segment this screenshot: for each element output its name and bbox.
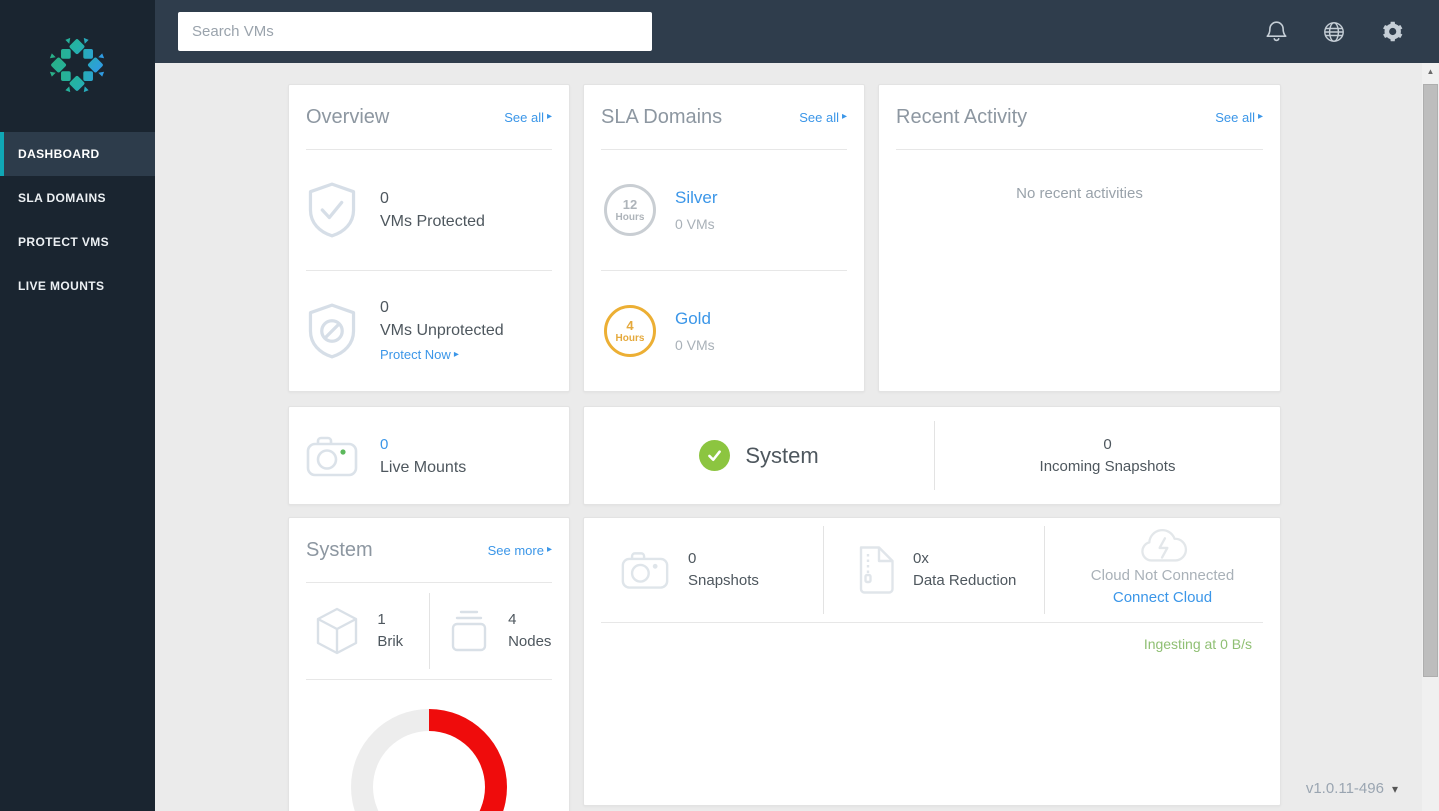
live-mounts-card: 0 Live Mounts: [288, 406, 570, 505]
sla-badge: 4 Hours: [604, 305, 656, 357]
shield-slash-icon: [308, 303, 356, 359]
divider: [601, 622, 1263, 623]
vms-unprotected-value: 0: [380, 299, 389, 316]
data-reduction-label: Data Reduction: [913, 572, 1017, 589]
live-mounts-label: Live Mounts: [380, 458, 467, 476]
sidebar-nav: DASHBOARD SLA DOMAINS PROTECT VMS LIVE M…: [0, 132, 155, 308]
sla-row-silver: 12 Hours Silver 0 VMs: [584, 150, 864, 270]
sla-see-all-link[interactable]: See all ▸: [799, 110, 847, 125]
scrollbar-thumb[interactable]: [1423, 84, 1438, 677]
brik-value: 1: [377, 611, 386, 628]
system-ok-check-icon: [699, 440, 731, 471]
overview-card-title: Overview: [306, 105, 390, 128]
system-card-title: System: [306, 538, 373, 561]
zip-file-icon: [859, 546, 894, 594]
cloud-lightning-icon: [1140, 529, 1187, 562]
shield-check-icon: [308, 182, 356, 238]
nodes-stat: 4 Nodes: [430, 583, 570, 679]
brik-label: Brik: [377, 633, 404, 650]
nodes-label: Nodes: [508, 633, 552, 650]
notifications-bell-icon[interactable]: [1265, 21, 1287, 43]
capacity-donut: [351, 709, 507, 811]
nodes-value: 4: [508, 611, 517, 628]
sidebar-item-sla-domains[interactable]: SLA DOMAINS: [0, 176, 155, 220]
protect-now-link[interactable]: Protect Now ▸: [380, 343, 459, 366]
vms-protected-row: 0 VMs Protected: [289, 150, 569, 270]
cloud-status-label: Cloud Not Connected: [1090, 567, 1235, 584]
sla-domains-card: SLA Domains See all ▸ 12 Hours Silver 0 V…: [583, 84, 865, 392]
caret-down-icon[interactable]: ▾: [1392, 782, 1398, 796]
sla-row-gold: 4 Hours Gold 0 VMs: [584, 271, 864, 391]
snapshots-label: Snapshots: [688, 572, 759, 589]
sidebar-item-live-mounts[interactable]: LIVE MOUNTS: [0, 264, 155, 308]
camera-icon: [306, 436, 358, 476]
camera-icon: [621, 552, 669, 589]
storage-card: 0 Snapshots 0x Data Reduction Cloud Not …: [583, 517, 1281, 806]
vms-protected-value: 0: [380, 190, 389, 207]
nodes-stack-icon: [451, 610, 487, 652]
version-selector: v1.0.11-496 ▾: [1306, 780, 1398, 797]
system-card: System See more ▸ 1 Brik 4 Nodes: [288, 517, 570, 811]
sla-card-title: SLA Domains: [601, 105, 723, 128]
sla-silver-vm-count: 0 VMs: [675, 216, 715, 232]
divider: [896, 149, 1263, 150]
data-reduction-stat: 0x Data Reduction: [824, 518, 1044, 622]
divider: [306, 679, 552, 680]
brik-stat: 1 Brik: [289, 583, 429, 679]
sidebar-item-dashboard[interactable]: DASHBOARD: [0, 132, 155, 176]
vms-unprotected-row: 0 VMs Unprotected Protect Now ▸: [289, 271, 569, 391]
dashboard-content: Overview See all ▸ 0 VMs Protected 0 VMs…: [155, 63, 1422, 811]
globe-icon[interactable]: [1323, 21, 1345, 43]
sla-badge: 12 Hours: [604, 184, 656, 236]
scrollbar[interactable]: ▲: [1422, 63, 1439, 811]
connect-cloud-link[interactable]: Connect Cloud: [1113, 589, 1212, 606]
right-arrow-icon: ▸: [453, 348, 459, 360]
brik-cube-icon: [317, 607, 358, 655]
overview-card: Overview See all ▸ 0 VMs Protected 0 VMs…: [288, 84, 570, 392]
cloud-section: Cloud Not Connected Connect Cloud: [1045, 518, 1280, 622]
settings-gear-icon[interactable]: [1381, 21, 1403, 43]
ingest-status: Ingesting at 0 B/s: [1143, 636, 1252, 652]
scrollbar-up-arrow[interactable]: ▲: [1422, 63, 1439, 80]
system-status-label: System: [745, 442, 819, 468]
snapshots-stat: 0 Snapshots: [584, 518, 823, 622]
sidebar-item-protect-vms[interactable]: PROTECT VMS: [0, 220, 155, 264]
incoming-snapshots-value: 0: [1103, 435, 1112, 453]
sla-gold-vm-count: 0 VMs: [675, 337, 715, 353]
recent-activity-title: Recent Activity: [896, 105, 1028, 128]
no-activity-message: No recent activities: [1016, 185, 1143, 202]
app-window: DASHBOARD SLA DOMAINS PROTECT VMS LIVE M…: [0, 0, 1439, 811]
incoming-snapshots-label: Incoming Snapshots: [1039, 457, 1176, 475]
right-arrow-icon: ▸: [1257, 111, 1263, 122]
topbar-icons: [1265, 21, 1439, 43]
brand-logo-icon: [49, 37, 105, 93]
version-label: v1.0.11-496: [1305, 780, 1384, 797]
system-see-more-link[interactable]: See more ▸: [488, 543, 552, 558]
live-mounts-value[interactable]: 0: [380, 433, 466, 456]
topbar: [155, 0, 1439, 63]
right-arrow-icon: ▸: [546, 111, 552, 122]
snapshots-value: 0: [688, 550, 697, 567]
sidebar: DASHBOARD SLA DOMAINS PROTECT VMS LIVE M…: [0, 0, 155, 811]
overview-see-all-link[interactable]: See all ▸: [504, 110, 552, 125]
recent-activity-card: Recent Activity See all ▸ No recent activ…: [878, 84, 1281, 392]
vms-unprotected-label: VMs Unprotected: [380, 322, 504, 339]
search-input[interactable]: [178, 12, 652, 51]
sla-silver-link[interactable]: Silver: [675, 188, 718, 208]
vms-protected-label: VMs Protected: [380, 213, 485, 230]
data-reduction-value: 0x: [913, 550, 929, 567]
recent-activity-see-all-link[interactable]: See all ▸: [1215, 110, 1263, 125]
sla-gold-link[interactable]: Gold: [675, 309, 715, 329]
right-arrow-icon: ▸: [546, 544, 552, 555]
right-arrow-icon: ▸: [841, 111, 847, 122]
system-status-card: System 0 Incoming Snapshots: [583, 406, 1281, 505]
